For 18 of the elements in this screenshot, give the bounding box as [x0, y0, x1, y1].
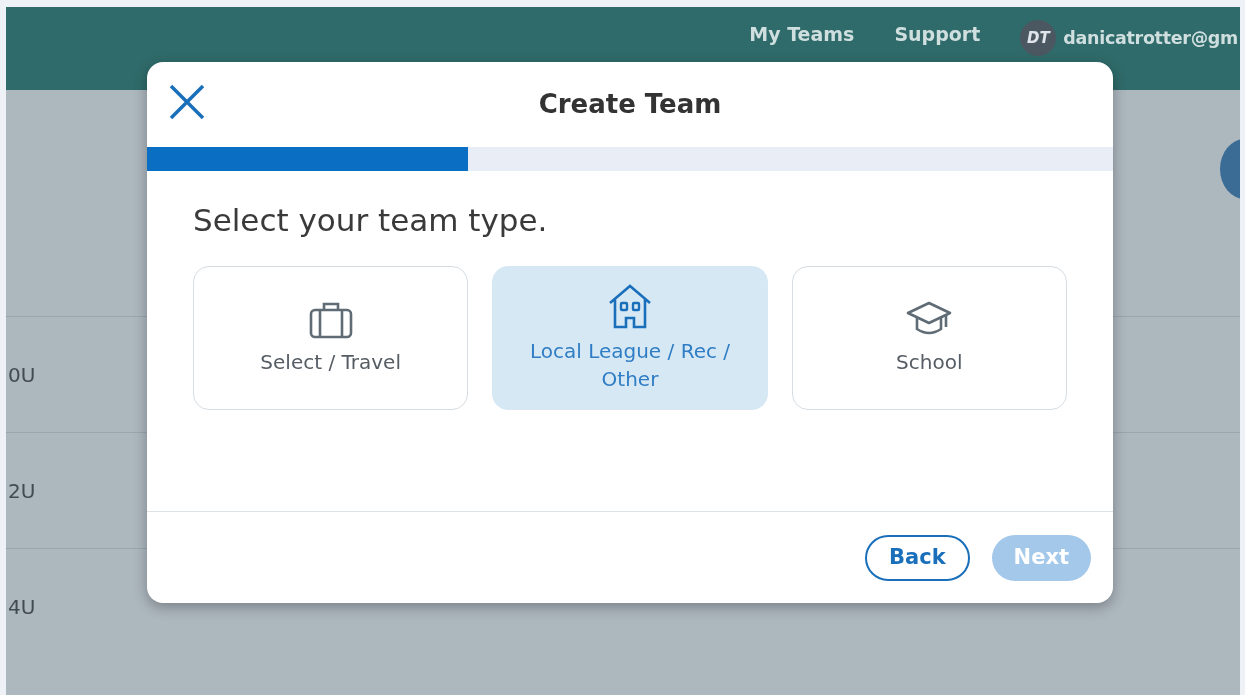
house-icon — [607, 282, 653, 329]
close-button[interactable] — [167, 82, 207, 122]
nav-link[interactable]: My Teams — [749, 20, 855, 49]
card-label: Local League / Rec / Other — [528, 337, 732, 393]
team-type-card[interactable]: School — [791, 265, 1067, 410]
user-avatar[interactable]: DT — [1020, 20, 1057, 56]
team-type-card[interactable]: Select / Travel — [193, 265, 469, 410]
row-label: 4U — [8, 593, 36, 621]
back-button[interactable]: Back — [865, 534, 970, 581]
team-type-card[interactable]: Local League / Rec / Other — [492, 265, 768, 410]
card-label: School — [896, 348, 963, 376]
row-label: 2U — [8, 477, 36, 505]
card-label: Select / Travel — [260, 348, 401, 376]
nav-link[interactable]: Support — [894, 20, 981, 49]
section-heading: Select your team type. — [193, 201, 549, 240]
row-label: 0U — [8, 361, 36, 389]
dialog-title: Create Team — [538, 88, 722, 121]
user-email[interactable]: danicatrotter@gm — [1063, 24, 1238, 52]
